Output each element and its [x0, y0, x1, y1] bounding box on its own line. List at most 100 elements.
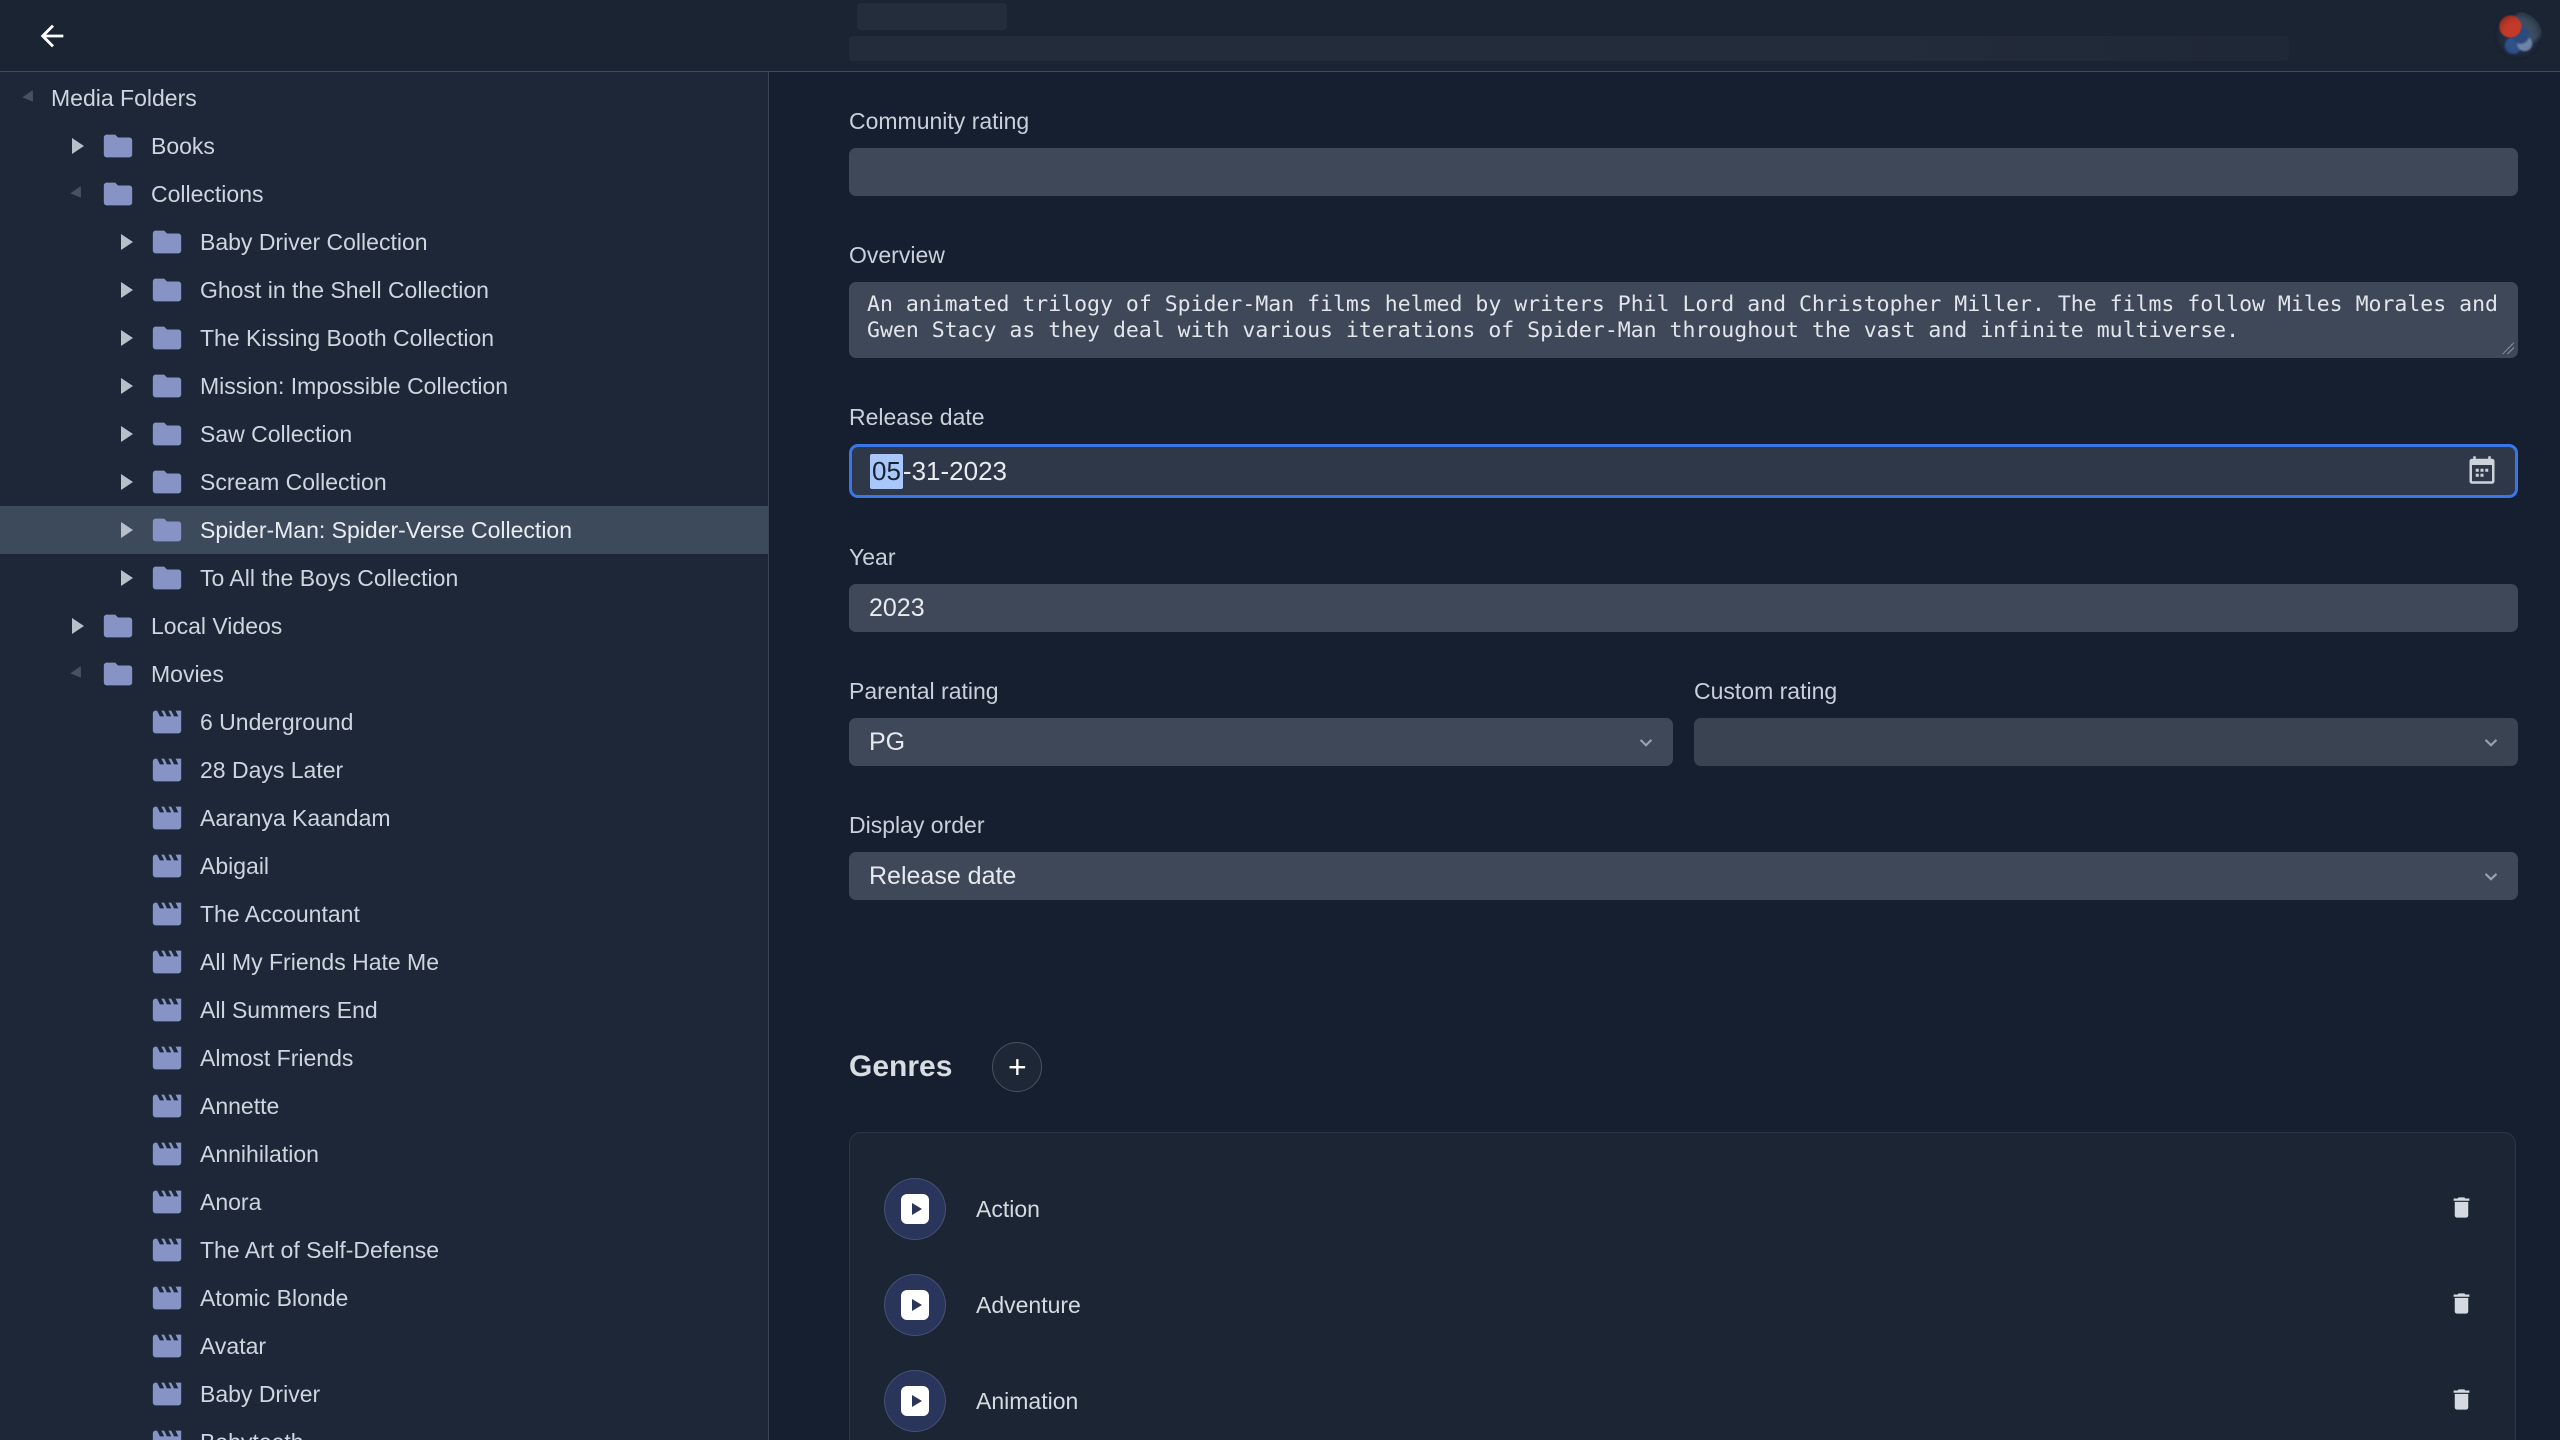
sidebar-tree-item[interactable]: The Art of Self-Defense	[0, 1226, 768, 1274]
sidebar-tree-item[interactable]: Ghost in the Shell Collection	[0, 266, 768, 314]
genre-list-item[interactable]: Adventure	[850, 1257, 2515, 1353]
caret-collapsed-icon[interactable]	[121, 426, 134, 442]
sidebar-tree-item[interactable]: Abigail	[0, 842, 768, 890]
caret-collapsed-icon[interactable]	[121, 522, 134, 538]
movie-icon	[148, 1089, 186, 1123]
release-date-input[interactable]: 05-31-2023	[849, 444, 2518, 498]
sidebar-tree-item[interactable]: Annette	[0, 1082, 768, 1130]
date-rest-segment[interactable]: -31-2023	[903, 456, 1007, 487]
delete-genre-button[interactable]	[2443, 1383, 2479, 1419]
sidebar-tree-item[interactable]: Babyteeth	[0, 1418, 768, 1440]
sidebar-tree-item[interactable]: All Summers End	[0, 986, 768, 1034]
arrow-left-icon	[35, 19, 69, 53]
genre-avatar	[884, 1370, 946, 1432]
caret-expanded-icon[interactable]	[22, 90, 38, 106]
edit-metadata-panel: Community rating Overview An animated tr…	[770, 72, 2560, 1440]
delete-genre-button[interactable]	[2443, 1287, 2479, 1323]
sidebar-tree-item[interactable]: Almost Friends	[0, 1034, 768, 1082]
year-input[interactable]	[849, 584, 2518, 632]
chevron-down-icon	[1633, 729, 1659, 755]
movie-icon	[148, 1425, 186, 1440]
sidebar-tree-item[interactable]: Movies	[0, 650, 768, 698]
date-month-segment[interactable]: 05	[870, 454, 903, 489]
caret-expanded-icon[interactable]	[70, 186, 86, 202]
folder-icon	[148, 561, 186, 595]
add-genre-button[interactable]: +	[992, 1042, 1042, 1092]
calendar-picker-button[interactable]	[2465, 454, 2499, 488]
tree-item-label: Baby Driver Collection	[200, 229, 428, 256]
tree-item-label: Media Folders	[51, 85, 197, 112]
caret-collapsed-icon[interactable]	[72, 138, 85, 154]
tree-item-label: To All the Boys Collection	[200, 565, 458, 592]
custom-rating-select[interactable]	[1694, 718, 2518, 766]
sidebar-tree-item[interactable]: Media Folders	[0, 74, 768, 122]
folder-icon	[148, 225, 186, 259]
sidebar-tree-item[interactable]: The Kissing Booth Collection	[0, 314, 768, 362]
back-button[interactable]	[30, 15, 74, 59]
caret-collapsed-icon[interactable]	[121, 474, 134, 490]
sidebar-tree-item[interactable]: Books	[0, 122, 768, 170]
sidebar-tree-item[interactable]: Local Videos	[0, 602, 768, 650]
sidebar-tree-item[interactable]: 28 Days Later	[0, 746, 768, 794]
user-avatar[interactable]	[2494, 12, 2542, 60]
movie-icon	[148, 1329, 186, 1363]
movie-icon	[148, 753, 186, 787]
display-order-select[interactable]: Release date	[849, 852, 2518, 900]
tree-item-label: 28 Days Later	[200, 757, 343, 784]
caret-collapsed-icon[interactable]	[121, 378, 134, 394]
tree-item-label: The Kissing Booth Collection	[200, 325, 494, 352]
overview-field: Overview An animated trilogy of Spider-M…	[849, 242, 2518, 358]
caret-collapsed-icon[interactable]	[121, 234, 134, 250]
caret-collapsed-icon[interactable]	[72, 618, 85, 634]
tree-item-label: Annihilation	[200, 1141, 319, 1168]
tree-item-label: Collections	[151, 181, 264, 208]
tree-item-label: Almost Friends	[200, 1045, 353, 1072]
genre-list-item[interactable]: Animation	[850, 1353, 2515, 1440]
sidebar-tree-item-selected[interactable]: Spider-Man: Spider-Verse Collection	[0, 506, 768, 554]
tree-item-label: The Art of Self-Defense	[200, 1237, 439, 1264]
sidebar-tree-item[interactable]: Saw Collection	[0, 410, 768, 458]
genre-label: Animation	[976, 1388, 2443, 1415]
chevron-down-icon	[2478, 729, 2504, 755]
folder-icon	[99, 609, 137, 643]
sidebar-tree-item[interactable]: The Accountant	[0, 890, 768, 938]
genre-list-item[interactable]: Action	[850, 1161, 2515, 1257]
caret-collapsed-icon[interactable]	[121, 282, 134, 298]
caret-expanded-icon[interactable]	[70, 666, 86, 682]
tree-item-label: Anora	[200, 1189, 261, 1216]
parental-rating-select[interactable]: PG	[849, 718, 1673, 766]
caret-collapsed-icon[interactable]	[121, 330, 134, 346]
sidebar-tree-item[interactable]: Collections	[0, 170, 768, 218]
sidebar-tree-item[interactable]: Atomic Blonde	[0, 1274, 768, 1322]
genre-avatar	[884, 1274, 946, 1336]
sidebar-tree-item[interactable]: To All the Boys Collection	[0, 554, 768, 602]
tree-item-label: All Summers End	[200, 997, 378, 1024]
sidebar-tree-item[interactable]: All My Friends Hate Me	[0, 938, 768, 986]
sidebar-tree-item[interactable]: 6 Underground	[0, 698, 768, 746]
sidebar-tree-item[interactable]: Baby Driver Collection	[0, 218, 768, 266]
parental-rating-field: Parental rating PG	[849, 678, 1673, 766]
sidebar-tree-item[interactable]: Annihilation	[0, 1130, 768, 1178]
year-field: Year	[849, 544, 2518, 632]
trash-icon	[2448, 1386, 2475, 1413]
folder-icon	[99, 177, 137, 211]
caret-collapsed-icon[interactable]	[121, 570, 134, 586]
folder-icon	[148, 465, 186, 499]
sidebar-tree-item[interactable]: Anora	[0, 1178, 768, 1226]
sidebar-tree-item[interactable]: Aaranya Kaandam	[0, 794, 768, 842]
app-header	[0, 0, 2560, 72]
sidebar-tree-item[interactable]: Mission: Impossible Collection	[0, 362, 768, 410]
delete-genre-button[interactable]	[2443, 1191, 2479, 1227]
community-rating-input[interactable]	[849, 148, 2518, 196]
folder-icon	[99, 129, 137, 163]
obscured-scrolled-content	[857, 3, 1007, 30]
genre-avatar	[884, 1178, 946, 1240]
sidebar-tree-item[interactable]: Scream Collection	[0, 458, 768, 506]
trash-icon	[2448, 1194, 2475, 1221]
movie-icon	[148, 801, 186, 835]
release-date-field: Release date 05-31-2023	[849, 404, 2518, 498]
sidebar-tree-item[interactable]: Baby Driver	[0, 1370, 768, 1418]
sidebar-tree-item[interactable]: Avatar	[0, 1322, 768, 1370]
parental-rating-value: PG	[869, 728, 905, 757]
overview-textarea[interactable]: An animated trilogy of Spider-Man films …	[849, 282, 2518, 358]
